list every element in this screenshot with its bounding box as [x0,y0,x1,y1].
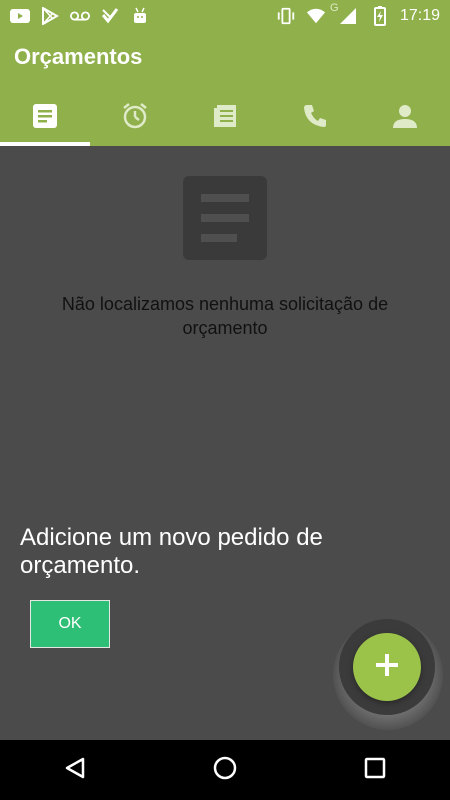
signal-icon: G [330,2,360,26]
document-icon [32,103,58,134]
home-button[interactable] [195,740,255,800]
empty-message: Não localizamos nenhuma solicitação de o… [61,294,389,338]
ok-button[interactable]: OK [30,600,110,648]
phone-icon [302,103,328,134]
tip-text: Adicione um novo pedido de orçamento. [20,524,323,579]
voicemail-icon [70,6,90,26]
tab-profile[interactable] [360,90,450,146]
alarm-icon [121,102,149,135]
tab-bar [0,90,450,146]
network-letter: G [329,2,339,14]
app-bar: Orçamentos [0,32,450,146]
play-store-icon [40,6,60,26]
add-button[interactable] [353,633,421,701]
notes-icon [212,103,238,134]
back-icon [63,756,87,785]
home-icon [212,755,238,786]
back-button[interactable] [45,740,105,800]
youtube-icon [10,6,30,26]
tab-notes[interactable] [180,90,270,146]
tab-orcamentos[interactable] [0,90,90,146]
vibrate-icon [276,6,296,26]
page-title: Orçamentos [14,44,143,69]
recents-button[interactable] [345,740,405,800]
document-empty-icon [183,176,267,260]
battery-charging-icon [370,6,390,26]
navigation-bar [0,740,450,800]
tab-phone[interactable] [270,90,360,146]
tab-alarm[interactable] [90,90,180,146]
status-time: 17:19 [399,7,440,24]
plus-icon [374,652,400,683]
recents-icon [364,757,386,784]
check-app-icon [100,6,120,26]
person-icon [392,103,418,134]
status-bar: G 17:19 [0,0,450,32]
android-icon [130,6,150,26]
wifi-icon [306,6,326,26]
